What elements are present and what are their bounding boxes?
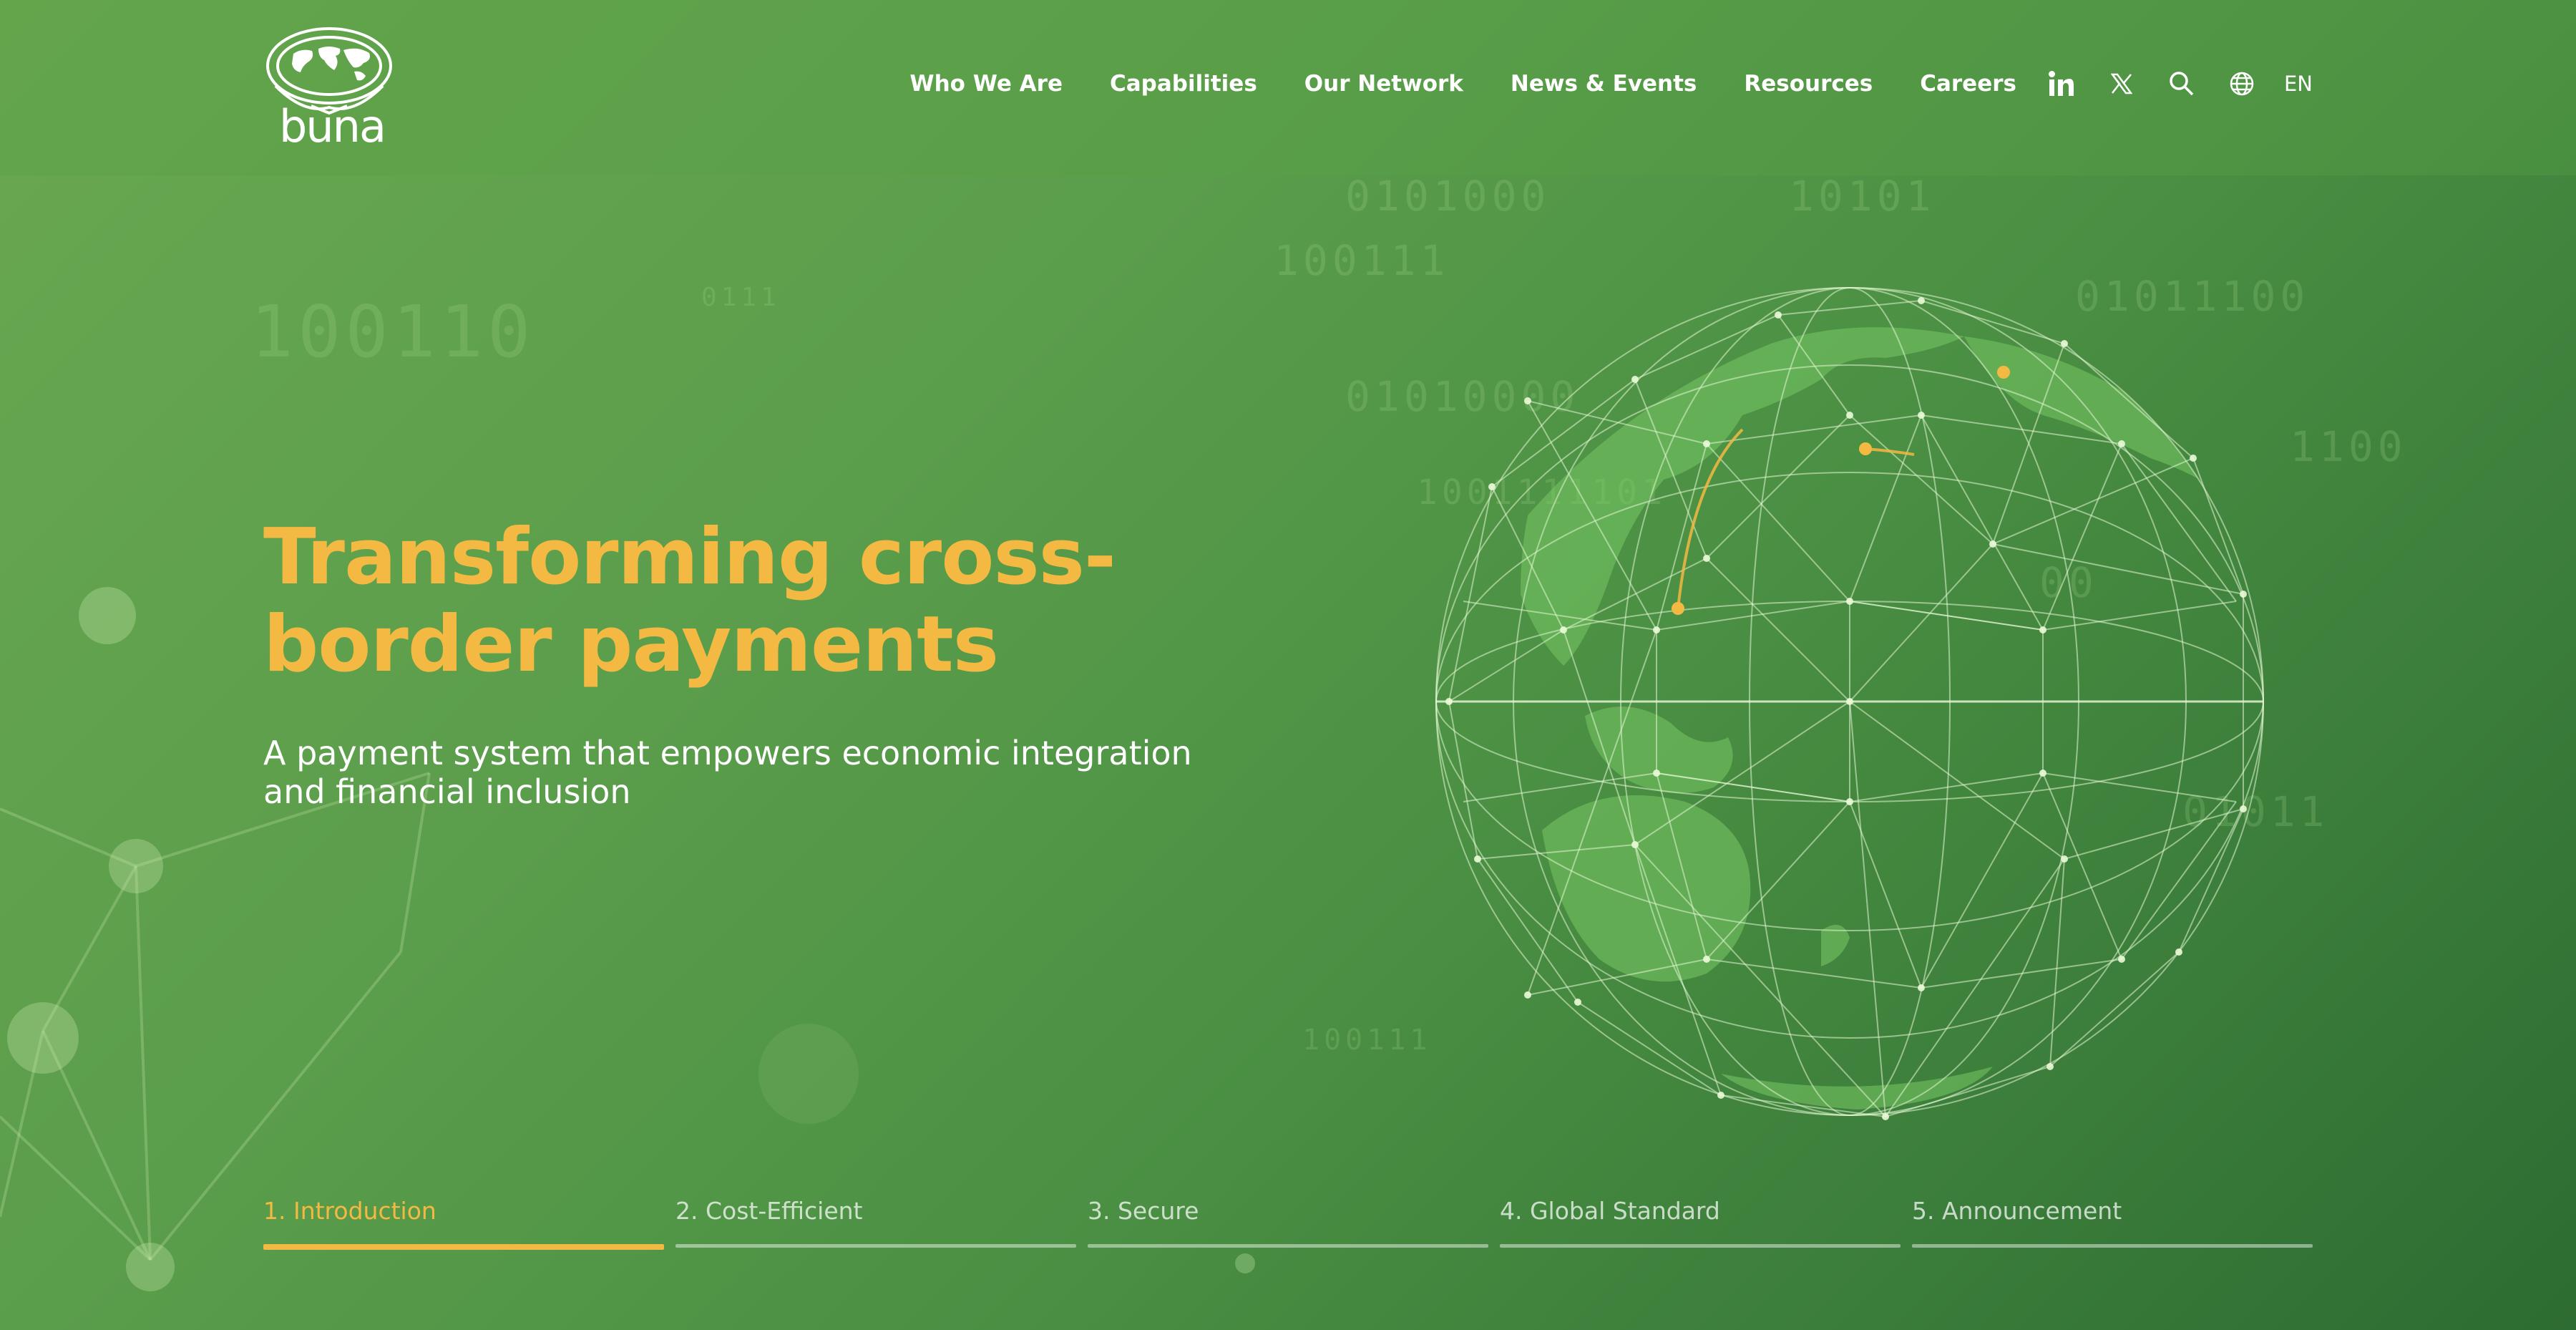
tab-global-standard[interactable]: 4. Global Standard xyxy=(1500,1197,1901,1250)
binary-text-decoration: 1100 xyxy=(2290,422,2407,471)
tab-progress-bar xyxy=(263,1244,664,1250)
wireframe-globe-illustration xyxy=(1435,287,2264,1120)
tab-announcement[interactable]: 5. Announcement xyxy=(1912,1197,2313,1250)
site-header: buna Who We Are Capabilities Our Network… xyxy=(0,0,2576,175)
nav-item-news-events[interactable]: News & Events xyxy=(1511,71,1697,97)
binary-text-decoration: 100110 xyxy=(250,290,535,374)
binary-text-decoration: 0101000 xyxy=(1345,172,1551,220)
nav-item-who-we-are[interactable]: Who We Are xyxy=(909,71,1063,97)
tab-introduction[interactable]: 1. Introduction xyxy=(263,1197,664,1250)
hero-title: Transforming cross-border payments xyxy=(263,513,1116,689)
nav-item-our-network[interactable]: Our Network xyxy=(1304,71,1463,97)
search-icon[interactable] xyxy=(2167,69,2197,99)
x-twitter-icon[interactable] xyxy=(2107,69,2137,99)
main-navigation: Who We Are Capabilities Our Network News… xyxy=(909,66,2313,102)
tab-secure[interactable]: 3. Secure xyxy=(1088,1197,1488,1250)
linkedin-icon[interactable] xyxy=(2046,69,2077,99)
tab-progress-bar xyxy=(675,1244,1076,1248)
tab-progress-bar xyxy=(1912,1244,2313,1248)
nav-item-careers[interactable]: Careers xyxy=(1920,71,2016,97)
binary-text-decoration: 100111 xyxy=(1302,1024,1432,1057)
tab-label: 5. Announcement xyxy=(1912,1197,2122,1225)
language-selector[interactable]: EN xyxy=(2284,72,2313,96)
tab-label: 2. Cost-Efficient xyxy=(675,1197,863,1225)
nav-item-resources[interactable]: Resources xyxy=(1744,71,1873,97)
logo-wordmark[interactable]: buna xyxy=(279,100,386,152)
binary-text-decoration: 0111 xyxy=(701,283,781,312)
hero-subtitle: A payment system that empowers economic … xyxy=(263,734,1192,811)
tab-progress-bar xyxy=(1500,1244,1901,1248)
carousel-tabs: 1. Introduction 2. Cost-Efficient 3. Sec… xyxy=(263,1197,2313,1250)
binary-text-decoration: 10101 xyxy=(1789,172,1936,220)
tab-label: 4. Global Standard xyxy=(1500,1197,1720,1225)
tab-label: 1. Introduction xyxy=(263,1197,436,1225)
nav-item-capabilities[interactable]: Capabilities xyxy=(1110,71,1257,97)
tab-label: 3. Secure xyxy=(1088,1197,1199,1225)
tab-cost-efficient[interactable]: 2. Cost-Efficient xyxy=(675,1197,1076,1250)
tab-progress-bar xyxy=(1088,1244,1488,1248)
globe-icon[interactable] xyxy=(2227,69,2257,99)
